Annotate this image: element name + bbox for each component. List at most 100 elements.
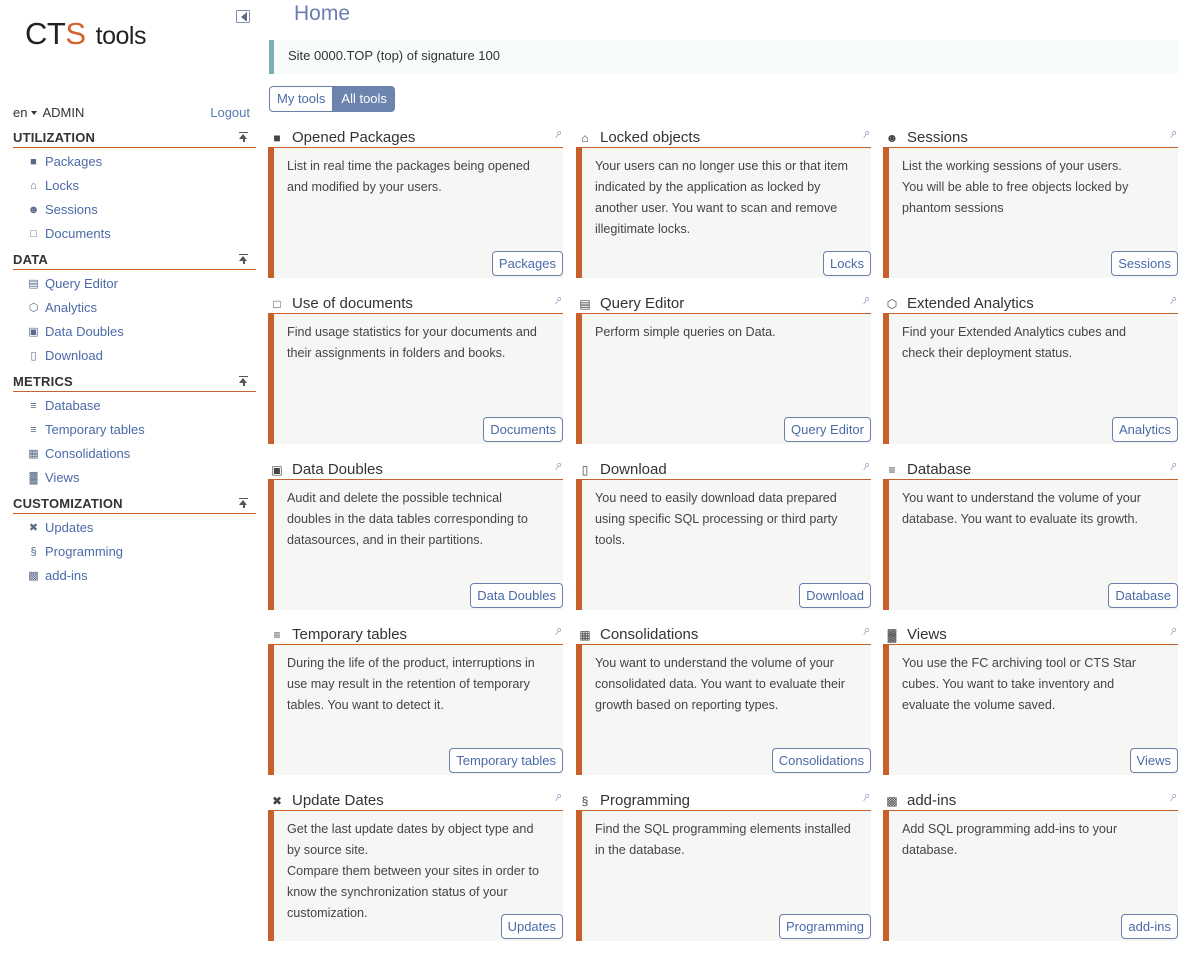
- card-open-button[interactable]: Updates: [500, 914, 563, 939]
- card-header: ≡ Database ⫯: [883, 460, 1178, 480]
- sidebar-item-consolidations[interactable]: ▦ Consolidations: [13, 442, 256, 466]
- pin-icon[interactable]: ⫯: [552, 461, 563, 474]
- sidebar-item-query-editor[interactable]: ▤ Query Editor: [13, 272, 256, 296]
- views-icon: ▓: [29, 472, 38, 484]
- users-icon: ☻: [885, 130, 899, 145]
- nav-section-title: UTILIZATION: [13, 130, 96, 145]
- file-icon: ▯: [30, 350, 37, 362]
- logo-text-ct: CT: [25, 16, 66, 51]
- card-description: During the life of the product, interrup…: [287, 656, 535, 712]
- card-description: You use the FC archiving tool or CTS Sta…: [902, 656, 1137, 712]
- sidebar-item-analytics[interactable]: ⬡ Analytics: [13, 296, 256, 320]
- card-open-button[interactable]: Locks: [823, 251, 871, 276]
- card-title: Download: [600, 461, 667, 478]
- tool-card-download: ▯ Download ⫯ You need to easily download da…: [576, 460, 871, 610]
- card-header: ⌂ Locked objects ⫯: [576, 128, 871, 148]
- sidebar-item-database[interactable]: ≡ Database: [13, 394, 256, 418]
- card-description: Find usage statistics for your documents…: [287, 325, 537, 360]
- collapse-section-icon[interactable]: [239, 132, 248, 142]
- all-tools-button[interactable]: All tools: [333, 86, 395, 112]
- card-open-button[interactable]: Sessions: [1111, 251, 1178, 276]
- card-body: Find the SQL programming elements instal…: [576, 811, 871, 941]
- card-title: Programming: [600, 792, 691, 809]
- tool-card-data-doubles: ▣ Data Doubles ⫯ Audit and delete the possi…: [268, 460, 563, 610]
- site-banner: Site 0000.TOP (top) of signature 100: [269, 40, 1179, 74]
- collapse-sidebar-icon[interactable]: [236, 10, 250, 23]
- pin-icon[interactable]: ⫯: [1167, 626, 1178, 639]
- collapse-section-icon[interactable]: [239, 376, 248, 386]
- tool-card-query-editor: ▤ Query Editor ⫯ Perform simple queries on …: [576, 294, 871, 444]
- pin-icon[interactable]: ⫯: [552, 295, 563, 308]
- pin-icon[interactable]: ⫯: [860, 295, 871, 308]
- nav-list: ✖ Updates § Programming ▩ add-ins: [13, 514, 256, 588]
- pin-icon[interactable]: ⫯: [1167, 461, 1178, 474]
- sidebar-item-label: Sessions: [45, 202, 98, 217]
- sidebar-item-label: Consolidations: [45, 446, 131, 461]
- sidebar-item-locks[interactable]: ⌂ Locks: [13, 174, 256, 198]
- card-header: ✖ Update Dates ⫯: [268, 791, 563, 811]
- card-open-button[interactable]: Programming: [778, 914, 871, 939]
- card-open-button[interactable]: Documents: [483, 417, 563, 442]
- card-body: List the working sessions of your users.…: [883, 148, 1178, 278]
- collapse-section-icon[interactable]: [239, 254, 248, 264]
- collapse-section-icon[interactable]: [239, 498, 248, 508]
- card-open-button[interactable]: Views: [1129, 748, 1178, 773]
- card-description: Your users can no longer use this or tha…: [595, 159, 848, 236]
- cube-icon: ⬡: [886, 296, 898, 311]
- tool-card-programming: § Programming ⫯ Find the SQL programming el…: [576, 791, 871, 941]
- card-open-button[interactable]: Temporary tables: [449, 748, 563, 773]
- logo: CTS tools: [25, 16, 146, 52]
- nav-section-title: METRICS: [13, 374, 73, 389]
- lock-icon: ⌂: [581, 130, 589, 145]
- pin-icon[interactable]: ⫯: [1167, 295, 1178, 308]
- card-title: Database: [907, 461, 972, 478]
- card-header: ▯ Download ⫯: [576, 460, 871, 480]
- sidebar-item-sessions[interactable]: ☻ Sessions: [13, 198, 256, 222]
- card-body: You need to easily download data prepare…: [576, 480, 871, 610]
- nav-section-header: METRICS: [13, 372, 256, 392]
- sidebar-item-views[interactable]: ▓ Views: [13, 466, 256, 490]
- sidebar-item-documents[interactable]: □ Documents: [13, 222, 256, 246]
- nav-section-header: DATA: [13, 250, 256, 270]
- logout-link[interactable]: Logout: [210, 105, 250, 120]
- pin-icon[interactable]: ⫯: [860, 626, 871, 639]
- sidebar-item-updates[interactable]: ✖ Updates: [13, 516, 256, 540]
- pin-icon[interactable]: ⫯: [552, 129, 563, 142]
- pin-icon[interactable]: ⫯: [860, 792, 871, 805]
- card-open-button[interactable]: Database: [1108, 583, 1178, 608]
- card-header: ▣ Data Doubles ⫯: [268, 460, 563, 480]
- pin-icon[interactable]: ⫯: [552, 792, 563, 805]
- pin-icon[interactable]: ⫯: [552, 626, 563, 639]
- sidebar-item-add-ins[interactable]: ▩ add-ins: [13, 564, 256, 588]
- card-open-button[interactable]: Packages: [491, 251, 563, 276]
- puzzle-icon: ▩: [28, 570, 39, 582]
- tool-toggle: My tools All tools: [269, 86, 395, 112]
- card-open-button[interactable]: Download: [799, 583, 871, 608]
- card-open-button[interactable]: add-ins: [1121, 914, 1178, 939]
- pin-icon[interactable]: ⫯: [860, 461, 871, 474]
- language-selector[interactable]: en: [13, 105, 42, 120]
- card-open-button[interactable]: Query Editor: [784, 417, 871, 442]
- sidebar-item-download[interactable]: ▯ Download: [13, 344, 256, 368]
- tool-card-sessions: ☻ Sessions ⫯ List the working sessions of y…: [883, 128, 1178, 278]
- sidebar-item-temporary-tables[interactable]: ≡ Temporary tables: [13, 418, 256, 442]
- card-body: Your users can no longer use this or tha…: [576, 148, 871, 278]
- sidebar-item-label: Locks: [45, 178, 79, 193]
- tool-card-temporary-tables: ≡ Temporary tables ⫯ During the life of the…: [268, 625, 563, 775]
- query-icon: ▤: [28, 278, 39, 290]
- card-body: Add SQL programming add-ins to your data…: [883, 811, 1178, 941]
- sidebar-item-data-doubles[interactable]: ▣ Data Doubles: [13, 320, 256, 344]
- my-tools-button[interactable]: My tools: [269, 86, 334, 112]
- sidebar-item-programming[interactable]: § Programming: [13, 540, 256, 564]
- card-open-button[interactable]: Data Doubles: [470, 583, 563, 608]
- pin-icon[interactable]: ⫯: [1167, 129, 1178, 142]
- card-title: Sessions: [907, 129, 968, 146]
- sidebar-item-packages[interactable]: ■ Packages: [13, 150, 256, 174]
- card-header: ■ Opened Packages ⫯: [268, 128, 563, 148]
- sidebar-item-label: Data Doubles: [45, 324, 124, 339]
- sidebar-item-label: Database: [45, 398, 101, 413]
- pin-icon[interactable]: ⫯: [860, 129, 871, 142]
- card-open-button[interactable]: Consolidations: [771, 748, 871, 773]
- card-open-button[interactable]: Analytics: [1111, 417, 1178, 442]
- pin-icon[interactable]: ⫯: [1167, 792, 1178, 805]
